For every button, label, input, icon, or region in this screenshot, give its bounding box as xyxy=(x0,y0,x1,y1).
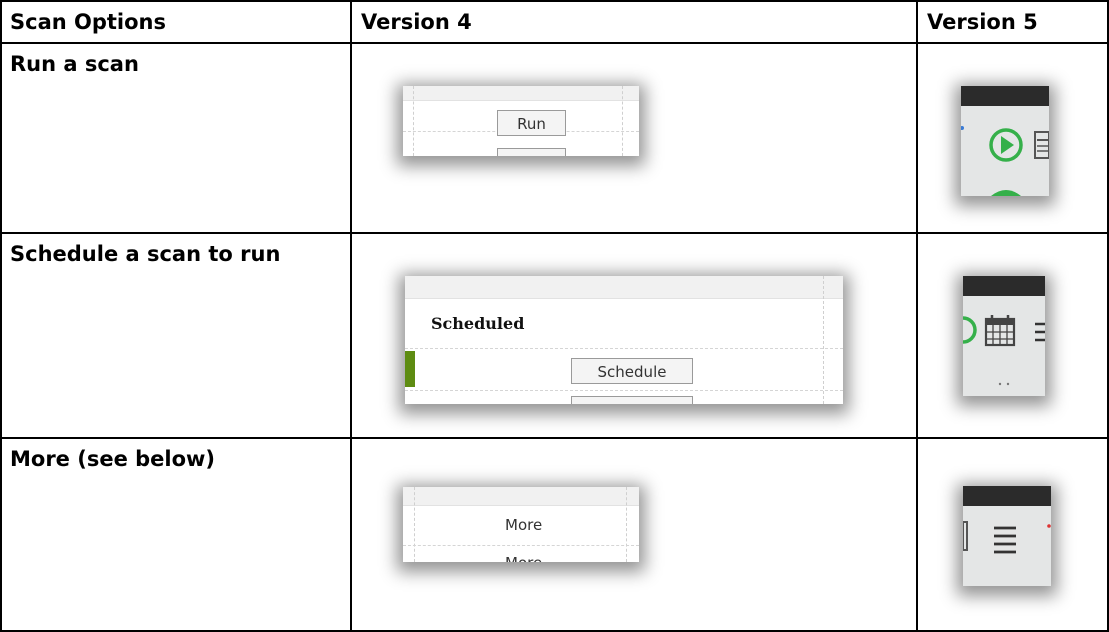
v5-run-screenshot xyxy=(961,86,1049,196)
hamburger-menu-icon-partial[interactable] xyxy=(1035,322,1045,342)
scheduled-heading: Scheduled xyxy=(431,314,525,333)
row-divider xyxy=(405,348,843,349)
row-divider xyxy=(405,390,843,391)
dot-icon xyxy=(1006,382,1010,386)
v5-more-screenshot xyxy=(963,486,1051,586)
calendar-icon-partial[interactable] xyxy=(1034,131,1049,159)
v4-table-header xyxy=(403,487,639,506)
table-border-top xyxy=(0,0,1109,2)
status-accent-bar xyxy=(405,351,415,387)
v5-schedule-screenshot xyxy=(963,276,1045,396)
table-divider xyxy=(0,232,1109,234)
row-label-run: Run a scan xyxy=(10,52,139,76)
more-link[interactable]: More xyxy=(505,516,542,534)
v4-table-header xyxy=(403,86,639,101)
v5-run-icons xyxy=(961,126,1049,196)
v5-schedule-icons xyxy=(963,315,1045,386)
v5-more-icons xyxy=(963,521,1051,554)
column-divider xyxy=(414,487,415,562)
header-version-4: Version 4 xyxy=(361,10,472,34)
hamburger-menu-icon[interactable] xyxy=(994,526,1016,554)
v4-run-screenshot: Run xyxy=(403,86,639,156)
v4-schedule-screenshot: Scheduled Schedule xyxy=(405,276,843,404)
comparison-table: Scan Options Version 4 Version 5 Run a s… xyxy=(0,0,1109,632)
header-version-5: Version 5 xyxy=(927,10,1038,34)
v4-table-header xyxy=(405,276,843,299)
more-link-partial[interactable]: More xyxy=(505,554,542,562)
play-circle-icon-partial xyxy=(963,316,977,344)
column-divider xyxy=(823,276,824,404)
row-label-more: More (see below) xyxy=(10,447,216,471)
table-border-left xyxy=(0,0,2,632)
next-button-partial[interactable] xyxy=(571,396,693,404)
play-circle-icon-partial xyxy=(991,190,1021,196)
dot-icon xyxy=(961,126,964,130)
table-divider xyxy=(0,42,1109,44)
table-divider xyxy=(350,0,352,632)
row-divider xyxy=(403,545,639,546)
calendar-icon-partial xyxy=(963,521,968,551)
column-divider xyxy=(626,487,627,562)
column-divider xyxy=(413,86,414,156)
column-divider xyxy=(622,86,623,156)
calendar-icon[interactable] xyxy=(984,315,1016,347)
v4-more-screenshot: More More xyxy=(403,487,639,562)
header-scan-options: Scan Options xyxy=(10,10,167,34)
next-button-partial[interactable] xyxy=(497,148,566,156)
table-divider xyxy=(916,0,918,632)
dot-icon xyxy=(998,382,1002,386)
dot-icon xyxy=(1047,524,1051,528)
table-divider xyxy=(0,437,1109,439)
run-button[interactable]: Run xyxy=(497,110,566,136)
play-circle-icon[interactable] xyxy=(989,128,1023,162)
row-label-schedule: Schedule a scan to run xyxy=(10,242,281,266)
schedule-button[interactable]: Schedule xyxy=(571,358,693,384)
